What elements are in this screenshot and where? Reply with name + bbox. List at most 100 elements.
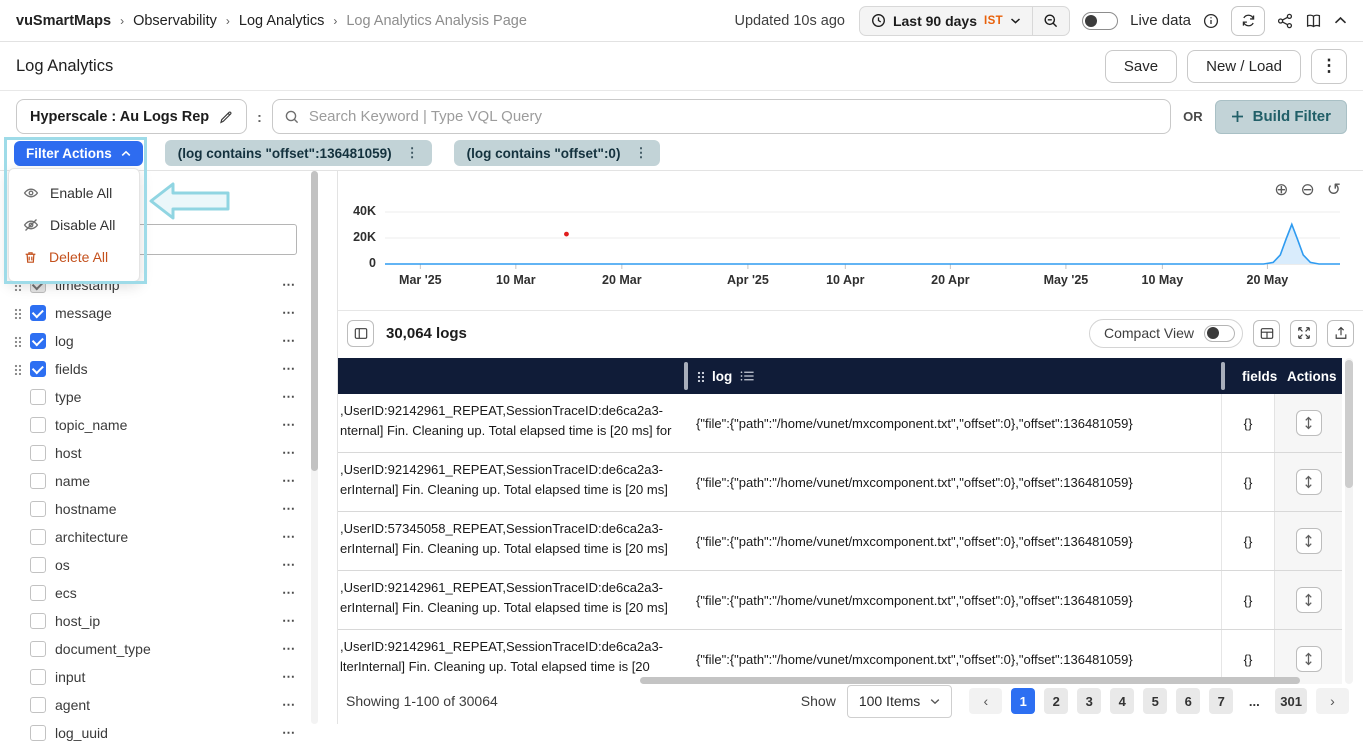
- field-checkbox[interactable]: [30, 417, 46, 433]
- new-load-button[interactable]: New / Load: [1187, 50, 1301, 83]
- collapse-chevron-up-icon[interactable]: [1334, 16, 1347, 25]
- compact-view-toggle[interactable]: Compact View: [1089, 319, 1243, 348]
- filter-actions-button[interactable]: Filter Actions: [14, 141, 143, 166]
- live-data-toggle[interactable]: [1082, 12, 1118, 30]
- drag-handle-icon[interactable]: [14, 308, 21, 319]
- field-checkbox[interactable]: [30, 529, 46, 545]
- page-number-button[interactable]: 6: [1176, 688, 1200, 714]
- field-more-icon[interactable]: ⋯: [282, 641, 310, 657]
- column-header-fields[interactable]: fields: [1225, 358, 1278, 394]
- field-checkbox[interactable]: [30, 641, 46, 657]
- filter-chip-kebab-icon[interactable]: ⋮: [406, 145, 419, 161]
- field-more-icon[interactable]: ⋯: [282, 277, 310, 293]
- field-checkbox[interactable]: [30, 333, 46, 349]
- field-checkbox[interactable]: [30, 389, 46, 405]
- field-row[interactable]: log ⋯: [14, 329, 310, 353]
- field-more-icon[interactable]: ⋯: [282, 473, 310, 489]
- field-checkbox[interactable]: [30, 361, 46, 377]
- filter-actions-menu-item[interactable]: Enable All: [9, 177, 139, 209]
- column-drag-handle-icon[interactable]: [697, 371, 704, 382]
- field-row[interactable]: fields ⋯: [14, 357, 310, 381]
- field-checkbox[interactable]: [30, 445, 46, 461]
- next-page-button[interactable]: ›: [1316, 688, 1349, 714]
- chart-plot[interactable]: [385, 200, 1343, 270]
- fullscreen-button[interactable]: [1290, 320, 1317, 347]
- filter-chip[interactable]: (log contains "offset":0) ⋮: [454, 140, 661, 166]
- chart-zoom-in-icon[interactable]: ⊕: [1274, 181, 1288, 198]
- field-more-icon[interactable]: ⋯: [282, 585, 310, 601]
- export-button[interactable]: [1327, 320, 1354, 347]
- row-expand-button[interactable]: [1296, 469, 1322, 495]
- field-row[interactable]: type ⋯: [14, 385, 310, 409]
- field-checkbox[interactable]: [30, 725, 46, 741]
- filter-actions-menu-item[interactable]: Disable All: [9, 209, 139, 241]
- table-row[interactable]: ,UserID:57345058_REPEAT,SessionTraceID:d…: [338, 512, 1342, 571]
- page-number-button[interactable]: 3: [1077, 688, 1101, 714]
- info-icon[interactable]: [1203, 13, 1219, 29]
- breadcrumb-item[interactable]: vuSmartMaps: [16, 13, 111, 29]
- field-more-icon[interactable]: ⋯: [282, 501, 310, 517]
- drag-handle-icon[interactable]: [14, 336, 21, 347]
- field-checkbox[interactable]: [30, 557, 46, 573]
- table-row[interactable]: ,UserID:92142961_REPEAT,SessionTraceID:d…: [338, 394, 1342, 453]
- field-more-icon[interactable]: ⋯: [282, 669, 310, 685]
- field-row[interactable]: log_uuid ⋯: [14, 721, 310, 745]
- table-row[interactable]: ,UserID:92142961_REPEAT,SessionTraceID:d…: [338, 571, 1342, 630]
- field-row[interactable]: host ⋯: [14, 441, 310, 465]
- build-filter-button[interactable]: Build Filter: [1215, 100, 1347, 134]
- field-checkbox[interactable]: [30, 473, 46, 489]
- field-more-icon[interactable]: ⋯: [282, 361, 310, 377]
- compact-view-switch[interactable]: [1204, 325, 1235, 342]
- page-number-button[interactable]: 5: [1143, 688, 1167, 714]
- query-search-input[interactable]: [309, 108, 1159, 125]
- page-number-button[interactable]: 1: [1011, 688, 1035, 714]
- refresh-button[interactable]: [1231, 6, 1265, 36]
- time-zoom-out-button[interactable]: [1032, 7, 1069, 35]
- field-row[interactable]: topic_name ⋯: [14, 413, 310, 437]
- filter-actions-menu-item[interactable]: Delete All: [9, 241, 139, 273]
- field-checkbox[interactable]: [30, 305, 46, 321]
- field-row[interactable]: ecs ⋯: [14, 581, 310, 605]
- datasource-selector[interactable]: Hyperscale : Au Logs Rep: [16, 99, 247, 134]
- page-number-button[interactable]: 4: [1110, 688, 1134, 714]
- field-more-icon[interactable]: ⋯: [282, 305, 310, 321]
- breadcrumb-item[interactable]: Observability: [133, 13, 217, 29]
- field-row[interactable]: message ⋯: [14, 301, 310, 325]
- list-format-icon[interactable]: [740, 370, 755, 382]
- breadcrumb-item[interactable]: Log Analytics: [239, 13, 324, 29]
- field-more-icon[interactable]: ⋯: [282, 613, 310, 629]
- filter-chip[interactable]: (log contains "offset":136481059) ⋮: [165, 140, 432, 166]
- row-expand-button[interactable]: [1296, 646, 1322, 672]
- table-horizontal-scrollbar[interactable]: [640, 677, 1300, 684]
- field-row[interactable]: document_type ⋯: [14, 637, 310, 661]
- field-more-icon[interactable]: ⋯: [282, 697, 310, 713]
- time-range-picker[interactable]: Last 90 days IST: [859, 6, 1070, 36]
- field-row[interactable]: architecture ⋯: [14, 525, 310, 549]
- drag-handle-icon[interactable]: [14, 364, 21, 375]
- page-number-button[interactable]: ...: [1242, 688, 1266, 714]
- field-row[interactable]: host_ip ⋯: [14, 609, 310, 633]
- page-number-button[interactable]: 301: [1275, 688, 1307, 714]
- edit-pencil-icon[interactable]: [219, 110, 233, 124]
- page-size-select[interactable]: 100 Items: [847, 685, 952, 718]
- field-more-icon[interactable]: ⋯: [282, 333, 310, 349]
- share-icon[interactable]: [1277, 13, 1293, 29]
- field-more-icon[interactable]: ⋯: [282, 417, 310, 433]
- field-more-icon[interactable]: ⋯: [282, 725, 310, 741]
- row-expand-button[interactable]: [1296, 410, 1322, 436]
- column-header-message[interactable]: [338, 358, 684, 394]
- query-search-box[interactable]: [272, 99, 1171, 134]
- field-more-icon[interactable]: ⋯: [282, 557, 310, 573]
- previous-page-button[interactable]: ‹: [969, 688, 1002, 714]
- field-more-icon[interactable]: ⋯: [282, 389, 310, 405]
- field-checkbox[interactable]: [30, 697, 46, 713]
- field-row[interactable]: os ⋯: [14, 553, 310, 577]
- field-checkbox[interactable]: [30, 585, 46, 601]
- column-header-log[interactable]: log: [688, 358, 1221, 394]
- table-vertical-scrollbar[interactable]: [1345, 358, 1353, 684]
- documentation-book-icon[interactable]: [1305, 13, 1322, 29]
- chart-zoom-out-icon[interactable]: ⊖: [1301, 181, 1315, 198]
- sidebar-scrollbar[interactable]: [311, 171, 318, 724]
- page-number-button[interactable]: 2: [1044, 688, 1068, 714]
- field-checkbox[interactable]: [30, 669, 46, 685]
